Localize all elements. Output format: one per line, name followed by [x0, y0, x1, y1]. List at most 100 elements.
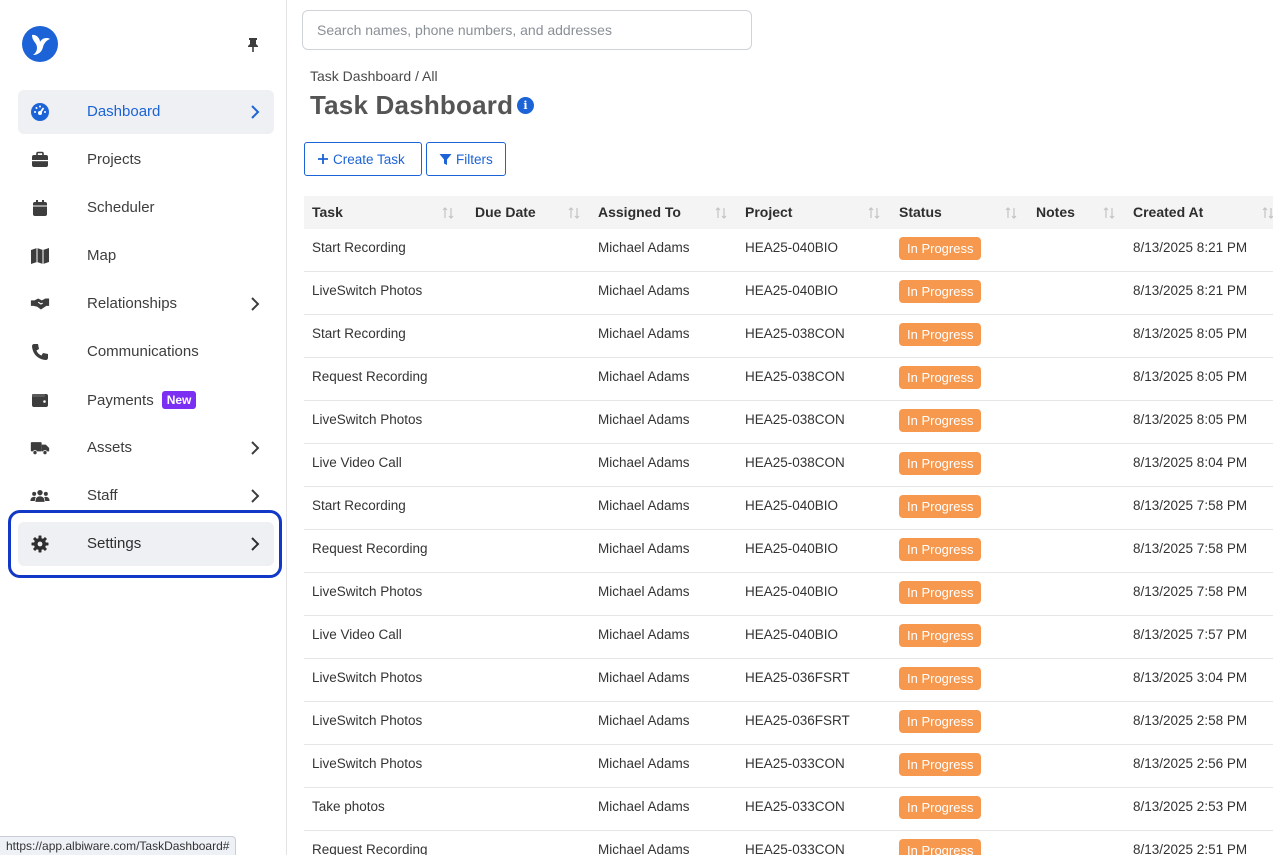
- info-icon[interactable]: i: [517, 97, 534, 114]
- column-header-due-date[interactable]: Due Date: [467, 196, 590, 229]
- status-badge: In Progress: [899, 237, 982, 260]
- sidebar-item-label: Scheduler: [87, 199, 155, 216]
- column-label: Task: [312, 204, 343, 220]
- sidebar-item-staff[interactable]: Staff: [18, 474, 274, 518]
- sidebar-item-label: Staff: [87, 487, 118, 504]
- plus-icon: [318, 154, 328, 164]
- column-header-project[interactable]: Project: [737, 196, 891, 229]
- sidebar-item-label: Relationships: [87, 295, 178, 312]
- sort-icon: [442, 207, 454, 219]
- status-badge: In Progress: [899, 710, 982, 733]
- map-icon: [30, 246, 50, 266]
- sort-icon: [1103, 207, 1115, 219]
- brand-logo[interactable]: [22, 26, 58, 62]
- table-row[interactable]: Start Recording Michael Adams HEA25-040BIO…: [304, 487, 1273, 530]
- new-badge: New: [161, 391, 197, 409]
- task-cell: Request Recording: [312, 842, 428, 855]
- column-label: Status: [899, 204, 942, 220]
- table-row[interactable]: LiveSwitch Photos Michael Adams HEA25-036F…: [304, 702, 1273, 745]
- sidebar-item-payments[interactable]: Payments New: [18, 378, 274, 422]
- gauge-icon: [30, 102, 50, 122]
- column-header-status[interactable]: Status: [891, 196, 1028, 229]
- sidebar-item-label: Payments New: [87, 391, 197, 409]
- column-header-created-at[interactable]: Created At: [1125, 196, 1273, 229]
- sidebar-item-settings[interactable]: Settings: [18, 522, 274, 566]
- filters-label: Filters: [456, 151, 493, 167]
- column-header-assigned-to[interactable]: Assigned To: [590, 196, 737, 229]
- briefcase-icon: [30, 150, 50, 170]
- table-row[interactable]: Request Recording Michael Adams HEA25-033C…: [304, 831, 1273, 855]
- status-badge: In Progress: [899, 581, 982, 604]
- sidebar-item-map[interactable]: Map: [18, 234, 274, 278]
- table-row[interactable]: LiveSwitch Photos Michael Adams HEA25-040B…: [304, 272, 1273, 315]
- sidebar-item-communications[interactable]: Communications: [18, 330, 274, 374]
- truck-icon: [30, 438, 50, 458]
- column-header-notes[interactable]: Notes: [1028, 196, 1125, 229]
- sidebar-item-label: Communications: [87, 343, 199, 360]
- table-row[interactable]: Start Recording Michael Adams HEA25-040BIO…: [304, 229, 1273, 272]
- sidebar-item-projects[interactable]: Projects: [18, 138, 274, 182]
- table-row[interactable]: Request Recording Michael Adams HEA25-040B…: [304, 530, 1273, 573]
- sidebar-item-label: Settings: [87, 535, 142, 552]
- sidebar-item-assets[interactable]: Assets: [18, 426, 274, 470]
- chevron-right-icon: [248, 487, 262, 505]
- chevron-right-icon: [248, 103, 262, 121]
- table-row[interactable]: Request Recording Michael Adams HEA25-038C…: [304, 358, 1273, 401]
- sidebar-item-relationships[interactable]: Relationships: [18, 282, 274, 326]
- column-label: Notes: [1036, 204, 1075, 220]
- sort-icon: [1262, 207, 1273, 219]
- chevron-right-icon: [248, 295, 262, 313]
- table-header: Task Due Date Assigned To Project Status…: [304, 196, 1273, 229]
- sidebar-item-label: Assets: [87, 439, 133, 456]
- sidebar-nav: Dashboard Projects Scheduler Map Relatio…: [18, 90, 274, 570]
- create-task-label: Create Task: [333, 151, 405, 167]
- sidebar: Dashboard Projects Scheduler Map Relatio…: [0, 0, 287, 855]
- table-row[interactable]: LiveSwitch Photos Michael Adams HEA25-033C…: [304, 745, 1273, 788]
- status-badge: In Progress: [899, 624, 982, 647]
- bird-logo-icon: [32, 34, 50, 55]
- status-badge: In Progress: [899, 538, 982, 561]
- search-input[interactable]: [302, 10, 752, 50]
- chevron-right-icon: [248, 439, 262, 457]
- status-cell: In Progress: [891, 839, 1028, 855]
- users-icon: [30, 486, 50, 506]
- gear-icon: [30, 534, 50, 554]
- due-date-cell: [467, 839, 590, 855]
- filters-button[interactable]: Filters: [426, 142, 506, 176]
- column-header-task[interactable]: Task: [304, 196, 467, 229]
- pin-icon[interactable]: [244, 36, 262, 54]
- column-label: Created At: [1133, 204, 1204, 220]
- filter-icon: [439, 153, 452, 165]
- column-label: Project: [745, 204, 793, 220]
- status-badge: In Progress: [899, 280, 982, 303]
- payments-label: Payments: [87, 392, 154, 409]
- table-row[interactable]: Live Video Call Michael Adams HEA25-038CON…: [304, 444, 1273, 487]
- task-table: Task Due Date Assigned To Project Status…: [304, 196, 1273, 855]
- calendar-icon: [30, 198, 50, 218]
- status-badge: In Progress: [899, 667, 982, 690]
- page-title: Task Dashboard: [310, 90, 514, 120]
- column-label: Due Date: [475, 204, 536, 220]
- sort-icon: [1005, 207, 1017, 219]
- table-row[interactable]: Take photos Michael Adams HEA25-033CON In P…: [304, 788, 1273, 831]
- status-badge: In Progress: [899, 409, 982, 432]
- table-row[interactable]: Start Recording Michael Adams HEA25-038CON…: [304, 315, 1273, 358]
- sidebar-item-scheduler[interactable]: Scheduler: [18, 186, 274, 230]
- sidebar-item-label: Dashboard: [87, 103, 161, 120]
- notes-cell: [1028, 839, 1125, 855]
- status-badge: In Progress: [899, 366, 982, 389]
- create-task-button[interactable]: Create Task: [304, 142, 422, 176]
- table-body: Start Recording Michael Adams HEA25-040BIO…: [304, 229, 1273, 855]
- sidebar-item-dashboard[interactable]: Dashboard: [18, 90, 274, 134]
- table-row[interactable]: LiveSwitch Photos Michael Adams HEA25-036F…: [304, 659, 1273, 702]
- status-badge: In Progress: [899, 753, 982, 776]
- chevron-right-icon: [248, 535, 262, 553]
- table-row[interactable]: LiveSwitch Photos Michael Adams HEA25-038C…: [304, 401, 1273, 444]
- table-row[interactable]: LiveSwitch Photos Michael Adams HEA25-040B…: [304, 573, 1273, 616]
- sort-icon: [568, 207, 580, 219]
- created-at-cell: 8/13/2025 2:51 PM: [1133, 842, 1248, 855]
- status-badge: In Progress: [899, 323, 982, 346]
- status-badge: In Progress: [899, 452, 982, 475]
- assigned-to-cell: Michael Adams: [598, 842, 690, 855]
- table-row[interactable]: Live Video Call Michael Adams HEA25-040BIO…: [304, 616, 1273, 659]
